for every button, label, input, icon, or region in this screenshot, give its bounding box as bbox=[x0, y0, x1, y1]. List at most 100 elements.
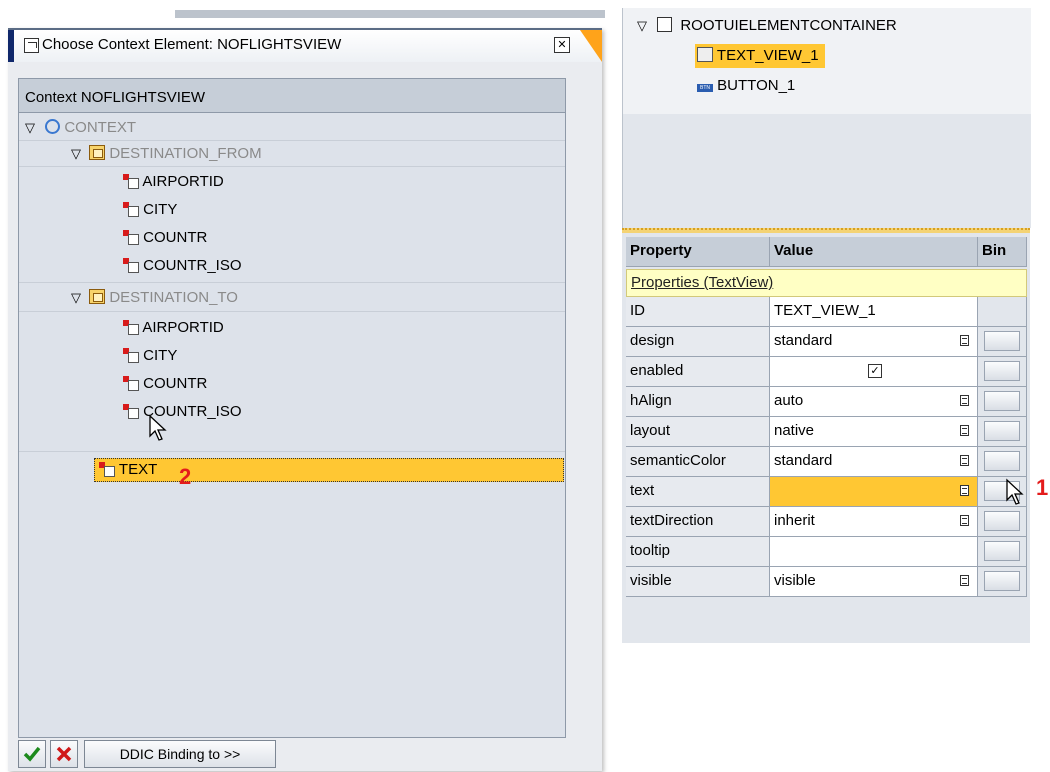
binding-button[interactable] bbox=[984, 391, 1020, 411]
value-help-icon[interactable] bbox=[960, 455, 969, 466]
check-icon bbox=[23, 746, 41, 762]
property-value-tooltip[interactable] bbox=[770, 537, 978, 567]
choose-context-element-dialog: Choose Context Element: NOFLIGHTSVIEW ✕ … bbox=[8, 28, 602, 771]
property-value-visible[interactable]: visible bbox=[770, 567, 978, 597]
property-value-textDirection[interactable]: inherit bbox=[770, 507, 978, 537]
property-value-text[interactable] bbox=[770, 477, 978, 507]
value-help-icon[interactable] bbox=[960, 425, 969, 436]
binding-button[interactable] bbox=[984, 331, 1020, 351]
ddic-binding-button[interactable]: DDIC Binding to >> bbox=[84, 740, 276, 768]
tree-attribute[interactable]: AIRPORTID bbox=[123, 315, 224, 340]
mouse-cursor-icon bbox=[1006, 478, 1024, 505]
open-editor-icon[interactable] bbox=[960, 485, 969, 496]
tree-attribute[interactable]: COUNTR_ISO bbox=[123, 399, 242, 424]
textview-icon bbox=[697, 47, 713, 62]
step-marker-2: 2 bbox=[179, 464, 192, 489]
binding-cell-visible bbox=[978, 567, 1027, 597]
context-tree-panel: Context NOFLIGHTSVIEW ▽ CONTEXT ▽ DESTIN… bbox=[18, 78, 566, 738]
value-help-icon[interactable] bbox=[960, 575, 969, 586]
tree-node-label: DESTINATION_TO bbox=[109, 289, 238, 306]
tree-node-context[interactable]: ▽ CONTEXT bbox=[25, 115, 136, 140]
button-element-icon: BTN bbox=[697, 84, 713, 92]
collapse-toggle-icon[interactable]: ▽ bbox=[71, 290, 81, 305]
value-help-icon[interactable] bbox=[960, 395, 969, 406]
tree-attribute[interactable]: COUNTR bbox=[123, 371, 207, 396]
tree-attribute[interactable]: COUNTR_ISO bbox=[123, 253, 242, 278]
binding-button[interactable] bbox=[984, 451, 1020, 471]
property-column-header[interactable]: Property bbox=[626, 237, 770, 267]
dialog-window-icon bbox=[24, 38, 39, 53]
binding-button[interactable] bbox=[984, 421, 1020, 441]
background-window-strip bbox=[175, 10, 605, 18]
collapse-toggle-icon[interactable]: ▽ bbox=[71, 146, 81, 161]
value-help-icon[interactable] bbox=[960, 515, 969, 526]
dialog-footer: DDIC Binding to >> bbox=[18, 740, 578, 771]
binding-button[interactable] bbox=[984, 571, 1020, 591]
cancel-button[interactable] bbox=[50, 740, 78, 768]
property-name-visible: visible bbox=[626, 567, 770, 597]
hierarchy-item-text-view[interactable]: TEXT_VIEW_1 bbox=[695, 44, 825, 68]
panel-header: Context NOFLIGHTSVIEW bbox=[19, 79, 565, 113]
binding-cell-layout bbox=[978, 417, 1027, 447]
tree-attribute[interactable]: COUNTR bbox=[123, 225, 207, 250]
titlebar-accent bbox=[8, 30, 14, 62]
property-value-hAlign[interactable]: auto bbox=[770, 387, 978, 417]
collapse-toggle-icon[interactable]: ▽ bbox=[25, 120, 35, 135]
binding-cell-ID bbox=[978, 297, 1027, 327]
property-value-ID[interactable]: TEXT_VIEW_1 bbox=[770, 297, 978, 327]
hierarchy-root[interactable]: ▽ ROOTUIELEMENTCONTAINER bbox=[637, 14, 897, 38]
hierarchy-root-label: ROOTUIELEMENTCONTAINER bbox=[680, 17, 897, 34]
property-value-text: standard bbox=[774, 452, 833, 469]
tree-node-destination-from[interactable]: ▽ DESTINATION_FROM bbox=[71, 141, 262, 166]
tree-node-label: DESTINATION_FROM bbox=[109, 145, 262, 162]
property-value-semanticColor[interactable]: standard bbox=[770, 447, 978, 477]
mouse-cursor-icon bbox=[149, 414, 167, 441]
binding-cell-enabled bbox=[978, 357, 1027, 387]
value-column-header[interactable]: Value bbox=[770, 237, 978, 267]
attribute-icon bbox=[99, 462, 115, 477]
tree-attribute[interactable]: CITY bbox=[123, 197, 177, 222]
property-value-text: visible bbox=[774, 572, 816, 589]
property-value-design[interactable]: standard bbox=[770, 327, 978, 357]
property-name-hAlign: hAlign bbox=[626, 387, 770, 417]
attribute-label: COUNTR bbox=[143, 375, 208, 392]
property-value-enabled[interactable]: ✓ bbox=[770, 357, 978, 387]
step-marker-1: 1 bbox=[1036, 475, 1049, 500]
binding-cell-textDirection bbox=[978, 507, 1027, 537]
collapse-toggle-icon[interactable]: ▽ bbox=[637, 18, 647, 33]
properties-section-link[interactable]: Properties (TextView) bbox=[626, 269, 1027, 297]
hierarchy-item-label: BUTTON_1 bbox=[717, 77, 796, 94]
hierarchy-item-label: TEXT_VIEW_1 bbox=[716, 47, 819, 64]
context-node-icon bbox=[89, 289, 106, 304]
context-circle-icon bbox=[45, 119, 61, 134]
property-value-text: TEXT_VIEW_1 bbox=[774, 302, 876, 319]
cross-icon bbox=[56, 746, 72, 762]
attribute-icon bbox=[123, 202, 139, 217]
properties-table: Property Value Bin Properties (TextView)… bbox=[622, 233, 1030, 643]
property-value-text: auto bbox=[774, 392, 804, 409]
close-button[interactable]: ✕ bbox=[554, 37, 570, 53]
binding-button[interactable] bbox=[984, 361, 1020, 381]
enabled-checkbox[interactable]: ✓ bbox=[868, 364, 882, 378]
tree-attribute-text-selected[interactable]: TEXT bbox=[94, 458, 564, 482]
attribute-label: COUNTR bbox=[143, 229, 208, 246]
value-help-icon[interactable] bbox=[960, 335, 969, 346]
tree-attribute[interactable]: CITY bbox=[123, 343, 177, 368]
dialog-titlebar[interactable]: Choose Context Element: NOFLIGHTSVIEW ✕ bbox=[8, 28, 602, 62]
property-value-layout[interactable]: native bbox=[770, 417, 978, 447]
property-name-layout: layout bbox=[626, 417, 770, 447]
attribute-label: AIRPORTID bbox=[142, 173, 224, 190]
property-name-enabled: enabled bbox=[626, 357, 770, 387]
attribute-icon bbox=[123, 320, 139, 335]
binding-column-header[interactable]: Bin bbox=[978, 237, 1027, 267]
tree-node-destination-to[interactable]: ▽ DESTINATION_TO bbox=[71, 285, 238, 310]
hierarchy-item-button[interactable]: BTN BUTTON_1 bbox=[697, 74, 795, 98]
binding-button[interactable] bbox=[984, 511, 1020, 531]
ok-button[interactable] bbox=[18, 740, 46, 768]
binding-button[interactable] bbox=[984, 541, 1020, 561]
tree-attribute[interactable]: AIRPORTID bbox=[123, 169, 224, 194]
property-name-tooltip: tooltip bbox=[626, 537, 770, 567]
tree-node-label: CONTEXT bbox=[64, 119, 137, 136]
attribute-icon bbox=[123, 348, 139, 363]
attribute-label: TEXT bbox=[118, 461, 158, 478]
